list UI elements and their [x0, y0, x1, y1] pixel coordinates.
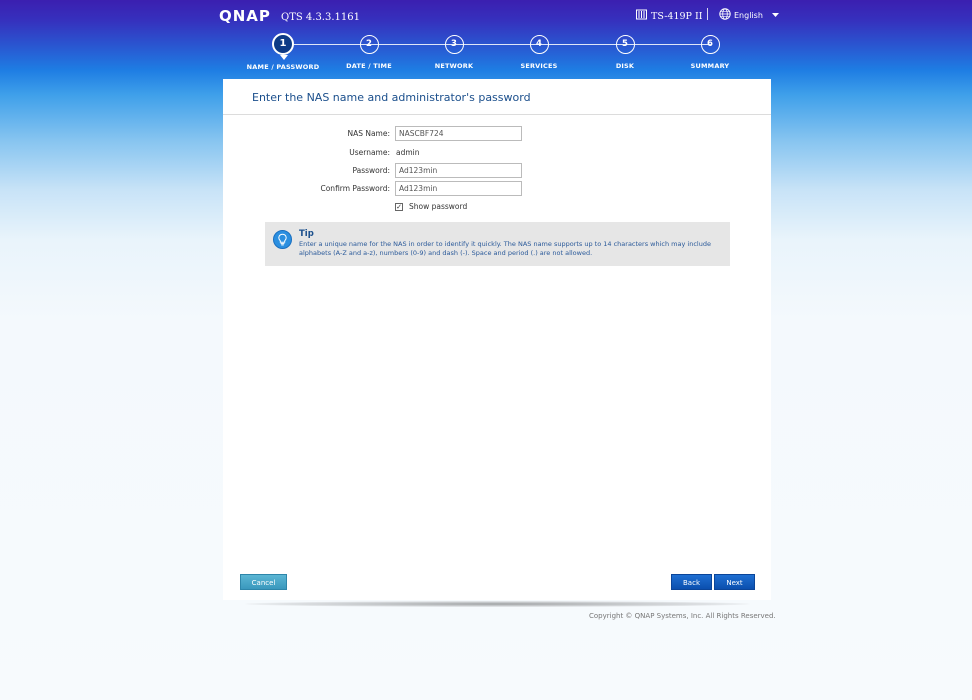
- nas-device-icon: [636, 9, 647, 23]
- confirm-password-label: Confirm Password:: [320, 184, 390, 193]
- step-label: SERVICES: [520, 62, 558, 70]
- show-password-label: Show password: [409, 202, 468, 211]
- step-disk: 5 DISK: [580, 34, 670, 70]
- step-network: 3 NETWORK: [409, 34, 499, 70]
- language-selector[interactable]: English: [719, 8, 779, 22]
- confirm-password-row: Confirm Password:: [223, 181, 771, 197]
- confirm-password-input[interactable]: [395, 181, 522, 196]
- cancel-button[interactable]: Cancel: [240, 574, 287, 590]
- globe-icon: [719, 8, 731, 22]
- step-number: 5: [615, 35, 635, 54]
- step-label: DISK: [615, 62, 635, 70]
- firmware-version: QTS 4.3.3.1161: [281, 12, 360, 23]
- password-label: Password:: [352, 166, 390, 175]
- step-label: DATE / TIME: [346, 62, 392, 70]
- nas-name-input[interactable]: [395, 126, 522, 141]
- back-button[interactable]: Back: [671, 574, 712, 590]
- step-number: 6: [700, 35, 720, 54]
- password-row: Password:: [223, 163, 771, 179]
- step-services: 4 SERVICES: [494, 34, 584, 70]
- show-password-checkbox[interactable]: ✓ Show password: [395, 202, 467, 211]
- top-bar: QNAP QTS 4.3.3.1161 TS-419P II English: [0, 0, 972, 30]
- next-button[interactable]: Next: [714, 574, 755, 590]
- step-number: 4: [529, 35, 549, 54]
- model-info: TS-419P II: [636, 9, 702, 23]
- step-label: SUMMARY: [690, 62, 730, 70]
- header-separator: [707, 8, 708, 20]
- lightbulb-icon: [273, 230, 292, 249]
- language-label: English: [734, 10, 763, 20]
- username-row: Username: admin: [223, 145, 771, 161]
- step-number: 1: [272, 33, 294, 60]
- step-number: 3: [444, 35, 464, 54]
- step-number: 2: [359, 35, 379, 54]
- tip-title: Tip: [299, 229, 314, 239]
- wizard-steps: 1 NAME / PASSWORD 2 DATE / TIME 3 NETWOR…: [238, 33, 755, 74]
- nas-name-label: NAS Name:: [347, 129, 390, 138]
- tip-box: Tip Enter a unique name for the NAS in o…: [265, 222, 730, 266]
- step-name-password: 1 NAME / PASSWORD: [238, 33, 328, 71]
- step-label: NETWORK: [434, 62, 474, 70]
- divider: [223, 114, 771, 115]
- chevron-down-icon: [771, 11, 779, 20]
- username-label: Username:: [349, 148, 390, 157]
- page-title: Enter the NAS name and administrator's p…: [252, 91, 531, 104]
- step-date-time: 2 DATE / TIME: [324, 34, 414, 70]
- step-label: NAME / PASSWORD: [246, 63, 320, 71]
- panel-shadow: [245, 601, 750, 607]
- username-value: admin: [396, 148, 420, 157]
- nas-name-row: NAS Name:: [223, 126, 771, 142]
- model-name: TS-419P II: [651, 10, 703, 22]
- step-summary: 6 SUMMARY: [665, 34, 755, 70]
- tip-text: Enter a unique name for the NAS in order…: [299, 240, 711, 257]
- wizard-panel: Enter the NAS name and administrator's p…: [223, 79, 771, 600]
- password-input[interactable]: [395, 163, 522, 178]
- copyright-text: Copyright © QNAP Systems, Inc. All Right…: [589, 612, 776, 620]
- qnap-logo: QNAP: [219, 7, 271, 25]
- checkbox-checked-icon[interactable]: ✓: [395, 202, 403, 211]
